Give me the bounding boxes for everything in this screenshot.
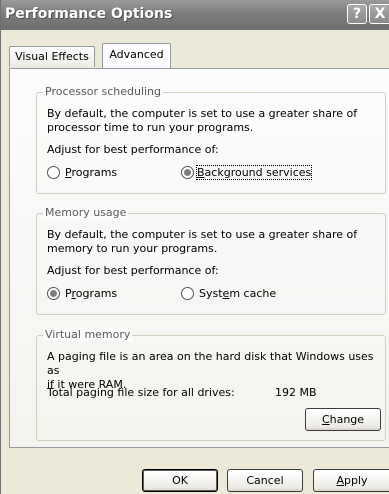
label-part: Syst — [199, 287, 223, 300]
tab-label: Visual Effects — [15, 50, 89, 63]
processor-programs-label[interactable]: Programs — [65, 166, 117, 179]
close-button[interactable]: X — [369, 4, 389, 24]
adjust-label: Adjust for best performance of: — [47, 143, 219, 156]
ok-button[interactable]: OK — [142, 469, 218, 492]
label-part: ograms — [75, 287, 118, 300]
description-line: By default, the computer is set to use a… — [47, 107, 358, 120]
group-title: Processor scheduling — [43, 85, 164, 98]
mnemonic: A — [336, 474, 344, 487]
group-title: Memory usage — [43, 206, 129, 219]
label-part: pply — [344, 474, 368, 487]
advanced-tab-panel: Processor scheduling By default, the com… — [9, 68, 389, 448]
memory-system-cache-label[interactable]: System cache — [199, 287, 276, 300]
processor-description: By default, the computer is set to use a… — [47, 107, 383, 135]
processor-background-services-label[interactable]: Background services — [195, 165, 313, 180]
question-mark-icon: ? — [352, 6, 362, 22]
description-line: A paging file is an area on the hard dis… — [47, 350, 374, 377]
processor-scheduling-group: Processor scheduling By default, the com… — [36, 85, 386, 194]
group-title: Virtual memory — [43, 328, 133, 341]
description-line: processor time to run your programs. — [47, 121, 254, 134]
processor-background-services-radio[interactable] — [181, 166, 194, 179]
title-bar[interactable]: Performance Options ? X — [1, 0, 389, 30]
performance-options-dialog: Performance Options ? X Visual Effects A… — [0, 0, 389, 494]
help-button[interactable]: ? — [347, 4, 367, 24]
adjust-label: Adjust for best performance of: — [47, 264, 219, 277]
label-part: m cache — [229, 287, 277, 300]
close-icon: X — [374, 6, 386, 22]
description-line: memory to run your programs. — [47, 242, 218, 255]
mnemonic: B — [197, 166, 205, 179]
memory-programs-label[interactable]: Programs — [65, 287, 117, 300]
memory-system-cache-radio[interactable] — [181, 287, 194, 300]
label-part: hange — [329, 413, 365, 426]
tab-label: Advanced — [109, 48, 164, 61]
processor-programs-radio[interactable] — [47, 166, 60, 179]
mnemonic: C — [321, 413, 330, 426]
description-line: By default, the computer is set to use a… — [47, 228, 358, 241]
memory-description: By default, the computer is set to use a… — [47, 228, 383, 256]
label-part: ackground services — [204, 166, 312, 179]
cancel-button[interactable]: Cancel — [227, 469, 303, 492]
memory-programs-radio[interactable] — [47, 287, 60, 300]
virtual-memory-group: Virtual memory A paging file is an area … — [36, 328, 386, 441]
tab-advanced[interactable]: Advanced — [102, 43, 171, 68]
apply-button[interactable]: Apply — [313, 469, 389, 492]
window-title: Performance Options — [5, 6, 173, 22]
change-button[interactable]: Change — [305, 408, 381, 431]
tab-visual-effects[interactable]: Visual Effects — [9, 46, 95, 67]
memory-usage-group: Memory usage By default, the computer is… — [36, 206, 386, 315]
total-paging-value: 192 MB — [275, 386, 317, 399]
label-part: rograms — [71, 166, 118, 179]
total-paging-label: Total paging file size for all drives: — [47, 386, 235, 399]
